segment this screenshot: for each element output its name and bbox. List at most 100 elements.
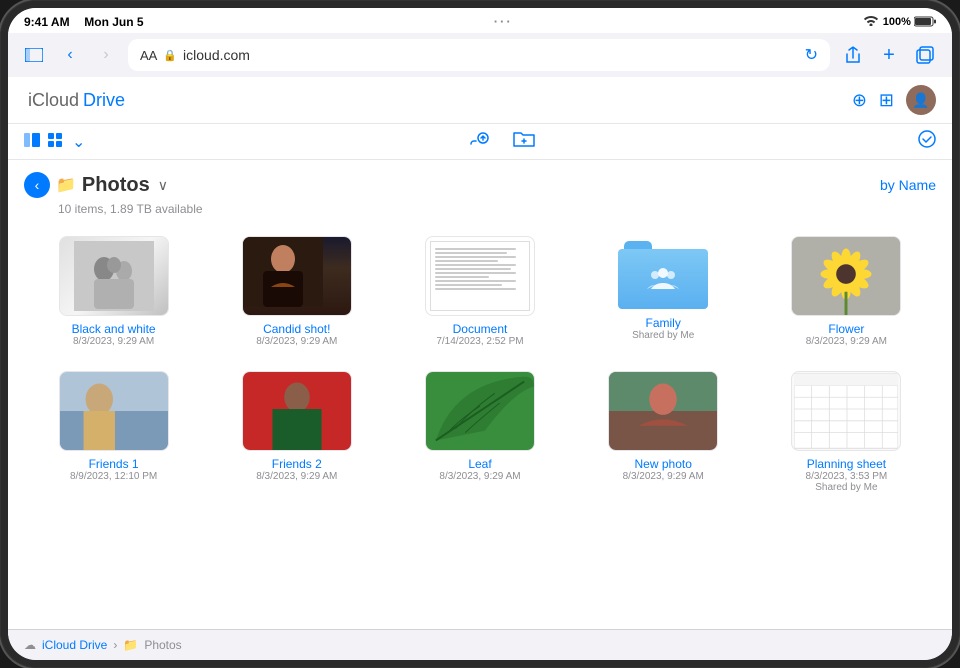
file-thumbnail <box>59 371 169 451</box>
folder-thumbnail <box>608 236 718 316</box>
panel-view-icon[interactable] <box>24 133 40 151</box>
breadcrumb-left: ‹ 📁 Photos ∨ <box>24 172 168 198</box>
items-count: 10 items, 1.89 TB available <box>58 202 936 216</box>
grid-icon[interactable]: ⊞ <box>879 90 894 111</box>
file-name: Friends 1 <box>89 457 139 471</box>
file-name: Document <box>453 322 508 336</box>
file-name: New photo <box>635 457 692 471</box>
new-folder-button[interactable] <box>513 130 535 153</box>
back-button[interactable]: ‹ <box>56 41 84 69</box>
folder-dropdown-icon[interactable]: ∨ <box>158 177 168 194</box>
content-area: ‹ 📁 Photos ∨ by Name 10 items, 1.89 TB a… <box>8 160 952 629</box>
file-date: 8/3/2023, 9:29 AM <box>439 471 520 482</box>
add-tab-button[interactable]: + <box>874 40 904 70</box>
list-item[interactable]: Candid shot! 8/3/2023, 9:29 AM <box>211 236 382 347</box>
upload-button[interactable] <box>469 130 489 153</box>
toolbar-actions: + <box>838 40 940 70</box>
list-item[interactable]: Document 7/14/2023, 2:52 PM <box>394 236 565 347</box>
icloud-header-right: ⊕ ⊞ 👤 <box>852 85 936 115</box>
file-date: 7/14/2023, 2:52 PM <box>436 336 523 347</box>
refresh-button[interactable]: ↻ <box>805 45 818 65</box>
status-left: 9:41 AM Mon Jun 5 <box>24 15 144 29</box>
device-screen: 9:41 AM Mon Jun 5 ··· 100% ‹ › <box>8 8 952 660</box>
icloud-label: iCloud <box>28 90 79 111</box>
icloud-logo: iCloud Drive <box>24 90 125 111</box>
bottom-bar: ☁ iCloud Drive › 📁 Photos <box>8 629 952 660</box>
tabs-button[interactable] <box>910 40 940 70</box>
wifi-icon <box>863 14 879 29</box>
file-thumbnail <box>608 371 718 451</box>
list-item[interactable]: Flower 8/3/2023, 9:29 AM <box>761 236 932 347</box>
avatar[interactable]: 👤 <box>906 85 936 115</box>
folder-icon-small: 📁 <box>56 175 76 195</box>
back-folder-button[interactable]: ‹ <box>24 172 50 198</box>
file-name: Friends 2 <box>272 457 322 471</box>
photo-preview <box>60 237 168 315</box>
photo-preview <box>243 237 351 315</box>
battery: 100% <box>883 16 936 28</box>
file-shared: Shared by Me <box>815 482 877 493</box>
share-button[interactable] <box>838 40 868 70</box>
list-item[interactable]: Planning sheet 8/3/2023, 3:53 PM Shared … <box>761 371 932 493</box>
device-frame: 9:41 AM Mon Jun 5 ··· 100% ‹ › <box>0 0 960 668</box>
file-date: 8/3/2023, 9:29 AM <box>256 471 337 482</box>
sub-toolbar-center <box>85 130 918 153</box>
status-bar: 9:41 AM Mon Jun 5 ··· 100% <box>8 8 952 33</box>
file-date: 8/3/2023, 3:53 PM <box>806 471 888 482</box>
time: 9:41 AM <box>24 15 70 29</box>
sort-chevron-icon[interactable]: ⌄ <box>72 132 85 152</box>
file-name: Black and white <box>72 322 156 336</box>
list-item[interactable]: Leaf 8/3/2023, 9:29 AM <box>394 371 565 493</box>
select-button[interactable] <box>918 130 936 153</box>
browser-toolbar: ‹ › AA 🔒 icloud.com ↻ + <box>8 33 952 77</box>
file-thumbnail <box>425 371 535 451</box>
file-date: 8/9/2023, 12:10 PM <box>70 471 157 482</box>
file-thumbnail <box>59 236 169 316</box>
list-item[interactable]: New photo 8/3/2023, 9:29 AM <box>578 371 749 493</box>
file-thumbnail <box>242 236 352 316</box>
file-shared: Shared by Me <box>632 330 694 341</box>
drive-label: Drive <box>83 90 125 111</box>
sidebar-toggle-button[interactable] <box>20 41 48 69</box>
sort-button[interactable]: by Name <box>880 177 936 193</box>
file-date: 8/3/2023, 9:29 AM <box>73 336 154 347</box>
grid-view-icon[interactable] <box>48 133 64 151</box>
url-text: icloud.com <box>183 47 250 63</box>
file-thumbnail <box>242 371 352 451</box>
file-date: 8/3/2023, 9:29 AM <box>806 336 887 347</box>
list-item[interactable]: Black and white 8/3/2023, 9:29 AM <box>28 236 199 347</box>
photos-folder-label: Photos <box>144 638 181 652</box>
file-thumbnail <box>425 236 535 316</box>
clock-icon[interactable]: ⊕ <box>852 90 867 111</box>
file-thumbnail <box>791 371 901 451</box>
list-item[interactable]: Friends 2 8/3/2023, 9:29 AM <box>211 371 382 493</box>
status-right: 100% <box>863 14 936 29</box>
forward-button[interactable]: › <box>92 41 120 69</box>
folder-title: Photos <box>82 174 150 197</box>
file-name: Flower <box>828 322 864 336</box>
icloud-drive-link[interactable]: iCloud Drive <box>42 638 107 652</box>
sub-toolbar-right <box>918 130 936 153</box>
file-name: Family <box>646 316 681 330</box>
folder-icon-bottom: 📁 <box>123 638 138 652</box>
reader-mode-button[interactable]: AA <box>140 48 157 63</box>
sub-toolbar: ⌄ <box>8 124 952 160</box>
date: Mon Jun 5 <box>84 15 143 29</box>
cloud-icon: ☁ <box>24 638 36 652</box>
file-name: Candid shot! <box>263 322 330 336</box>
breadcrumb-row: ‹ 📁 Photos ∨ by Name <box>24 172 936 198</box>
lock-icon: 🔒 <box>163 49 177 62</box>
breadcrumb-separator: › <box>113 638 117 652</box>
files-grid: Black and white 8/3/2023, 9:29 AM <box>24 228 936 501</box>
list-item[interactable]: Friends 1 8/9/2023, 12:10 PM <box>28 371 199 493</box>
list-item[interactable]: Family Shared by Me <box>578 236 749 347</box>
file-thumbnail <box>791 236 901 316</box>
file-name: Leaf <box>468 457 491 471</box>
file-name: Planning sheet <box>807 457 886 471</box>
file-date: 8/3/2023, 9:29 AM <box>623 471 704 482</box>
dots-center: ··· <box>494 14 513 29</box>
view-controls: ⌄ <box>24 132 85 152</box>
url-bar[interactable]: AA 🔒 icloud.com ↻ <box>128 39 830 71</box>
file-date: 8/3/2023, 9:29 AM <box>256 336 337 347</box>
icloud-header: iCloud Drive ⊕ ⊞ 👤 <box>8 77 952 124</box>
